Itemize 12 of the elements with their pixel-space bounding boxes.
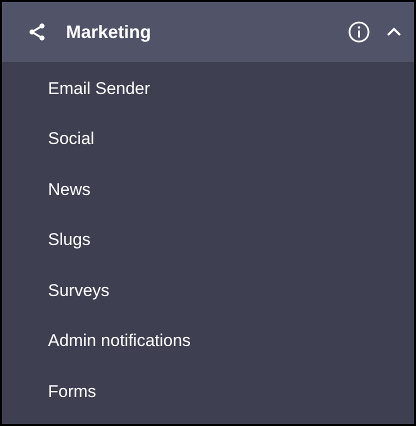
menu-item[interactable]: Surveys xyxy=(48,278,110,303)
menu-item[interactable]: Forms xyxy=(48,378,96,404)
menu-item[interactable]: Email Sender xyxy=(48,76,150,101)
caret-icon[interactable] xyxy=(386,27,402,37)
section-title: Marketing xyxy=(66,20,152,44)
menu-item[interactable]: Social xyxy=(48,126,94,152)
menu-item[interactable]: News xyxy=(48,176,91,202)
menu-item[interactable]: Slugs xyxy=(48,227,91,252)
menu-item[interactable]: Admin notifications xyxy=(48,328,191,354)
share-icon xyxy=(27,22,47,42)
info-icon[interactable] xyxy=(348,21,370,43)
section-header[interactable]: Marketing xyxy=(2,2,414,62)
